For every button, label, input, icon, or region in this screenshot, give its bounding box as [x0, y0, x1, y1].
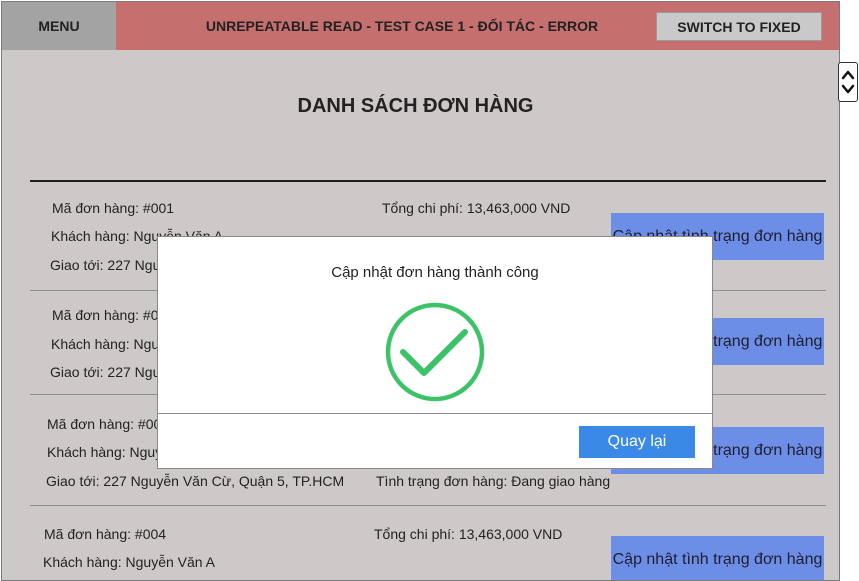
order-4-total: Tổng chi phí: 13,463,000 VND: [374, 526, 563, 542]
switch-to-fixed-button[interactable]: SWITCH TO FIXED: [656, 12, 822, 41]
order-1-total: Tổng chi phí: 13,463,000 VND: [382, 200, 571, 216]
order-4-update-button[interactable]: Cập nhật tình trạng đơn hàng: [611, 536, 824, 580]
order-3-status: Tình trạng đơn hàng: Đang giao hàng: [376, 473, 611, 489]
top-bar: MENU UNREPEATABLE READ - TEST CASE 1 - Đ…: [2, 2, 839, 50]
order-2-id: Mã đơn hàng: #002: [52, 307, 175, 323]
dialog-divider: [158, 413, 712, 414]
check-circle-icon: [385, 302, 485, 402]
dialog-title: Cập nhật đơn hàng thành công: [331, 264, 539, 281]
back-button[interactable]: Quay lại: [579, 426, 695, 458]
up-down-chevron-icon: [841, 70, 855, 94]
success-dialog: Cập nhật đơn hàng thành công Quay lại: [157, 236, 713, 469]
order-1-id: Mã đơn hàng: #001: [52, 200, 175, 216]
order-4-customer: Khách hàng: Nguyễn Văn A: [43, 554, 216, 570]
app-frame: MENU UNREPEATABLE READ - TEST CASE 1 - Đ…: [1, 1, 840, 581]
scroll-toggle[interactable]: [838, 62, 858, 102]
order-3-address: Giao tới: 227 Nguyễn Văn Cừ, Quận 5, TP.…: [46, 473, 345, 489]
menu-button[interactable]: MENU: [2, 2, 116, 50]
page-title: DANH SÁCH ĐƠN HÀNG: [297, 95, 534, 117]
list-top-divider: [30, 180, 826, 182]
header-title: UNREPEATABLE READ - TEST CASE 1 - ĐỐI TÁ…: [205, 18, 599, 34]
order-3-id: Mã đơn hàng: #003: [47, 416, 170, 432]
order-divider: [30, 505, 826, 506]
order-4-id: Mã đơn hàng: #004: [44, 526, 167, 542]
